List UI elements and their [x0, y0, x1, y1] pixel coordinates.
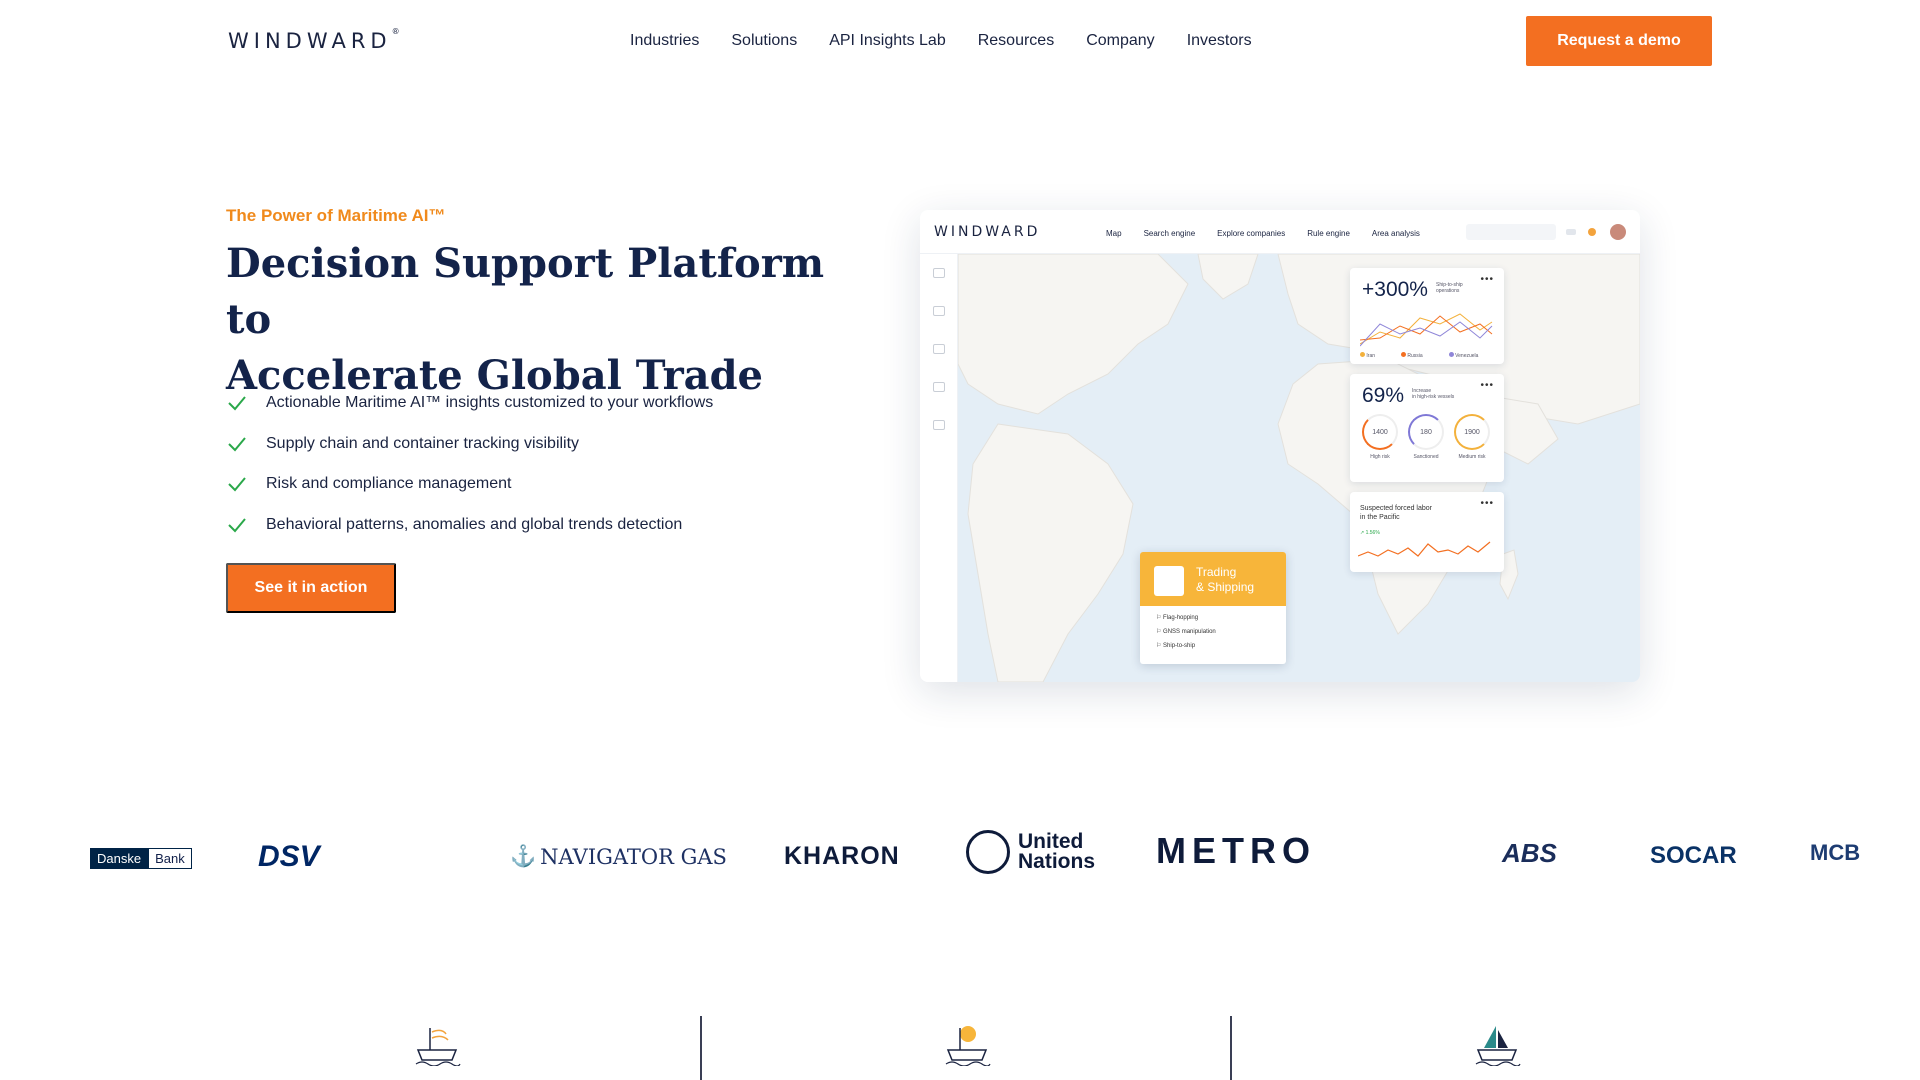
- gauge: 1900 Medium risk: [1452, 414, 1492, 460]
- ship-icon: [932, 344, 945, 354]
- grid-icon: [932, 382, 945, 392]
- ship-to-ship-chart: [1360, 313, 1493, 347]
- feature-text: Behavioral patterns, anomalies and globa…: [266, 515, 683, 533]
- world-map: +300% Ship-to-ship operations ••• Iran R…: [957, 253, 1640, 682]
- forced-labor-label: Suspected forced labor in the Pacific: [1360, 505, 1432, 521]
- check-icon: [226, 473, 248, 495]
- hero-eyebrow: The Power of Maritime AI™: [226, 206, 446, 225]
- feature-text: Supply chain and container tracking visi…: [266, 434, 580, 452]
- main-nav: Industries Solutions API Insights Lab Re…: [630, 32, 1284, 50]
- feature-text: Risk and compliance management: [266, 475, 512, 493]
- location-icon: [932, 306, 945, 316]
- gauge: 1400 High risk: [1360, 414, 1400, 460]
- world-map-landmass: [957, 253, 1640, 682]
- dashboard-preview: WINDWARD Map Search engine Explore compa…: [920, 210, 1640, 682]
- kharon-logo: KHARON: [784, 842, 900, 870]
- site-header: WINDWARD® Industries Solutions API Insig…: [0, 0, 1920, 90]
- check-icon: [226, 392, 248, 414]
- customer-logos: Danske Bank DSV ⚓ NAVIGATOR GAS KHARON Un…: [0, 830, 1920, 910]
- dashboard-toggle-icon: [1566, 229, 1576, 235]
- popup-title: Trading & Shipping: [1196, 565, 1255, 594]
- hero-title: Decision Support Platform to Accelerate …: [226, 236, 866, 404]
- ship-to-ship-card: +300% Ship-to-ship operations ••• Iran R…: [1350, 268, 1504, 364]
- popup-header: Trading & Shipping: [1140, 552, 1286, 606]
- popup-item: ⚐ Flag-hopping: [1156, 615, 1199, 621]
- nav-investors[interactable]: Investors: [1187, 32, 1252, 50]
- socar-logo: SOCAR: [1650, 842, 1737, 869]
- ship-icon: [1154, 566, 1184, 596]
- section-divider: [700, 1016, 702, 1080]
- section-divider: [1230, 1016, 1232, 1080]
- nav-industries[interactable]: Industries: [630, 32, 699, 50]
- feature-list: Actionable Maritime AI™ insights customi…: [226, 383, 713, 545]
- ship-sail-icon: [1472, 1020, 1522, 1071]
- danske-bank-logo: Danske Bank: [90, 848, 192, 869]
- chart-icon: [932, 420, 945, 430]
- see-it-in-action-button[interactable]: See it in action: [226, 563, 396, 613]
- trading-shipping-popup: Trading & Shipping ⚐ Flag-hopping ⚐ GNSS…: [1140, 552, 1286, 664]
- gauge: 180 Sanctioned: [1406, 414, 1446, 460]
- hero-title-line1: Decision Support Platform to: [226, 240, 825, 343]
- ship-to-ship-legend: Iran Russia Venezuela: [1360, 352, 1478, 359]
- dashboard-sidebar: [920, 254, 958, 682]
- feature-text: Actionable Maritime AI™ insights customi…: [266, 394, 714, 412]
- forced-labor-card: Suspected forced labor in the Pacific ••…: [1350, 492, 1504, 572]
- legend-item: Iran: [1360, 352, 1375, 359]
- ship-sun-icon: [942, 1020, 992, 1071]
- dashboard-nav: Map Search engine Explore companies Rule…: [1106, 229, 1442, 238]
- forced-labor-chart: [1358, 541, 1491, 557]
- dashboard-nav-explore-companies: Explore companies: [1217, 229, 1286, 238]
- avatar: [1610, 224, 1626, 240]
- ship-to-ship-label: Ship-to-ship operations: [1436, 282, 1463, 294]
- navigator-gas-logo: ⚓ NAVIGATOR GAS: [510, 844, 727, 869]
- nav-solutions[interactable]: Solutions: [731, 32, 797, 50]
- high-risk-card: 69% Increase in high-risk vessels ••• 14…: [1350, 374, 1504, 482]
- card-menu-icon: •••: [1480, 380, 1494, 391]
- dashboard-nav-area-analysis: Area analysis: [1371, 229, 1420, 238]
- dashboard-search-input: [1466, 224, 1556, 240]
- high-risk-value: 69%: [1362, 384, 1405, 407]
- dashboard-nav-rule-engine: Rule engine: [1307, 229, 1350, 238]
- feature-item: Actionable Maritime AI™ insights customi…: [226, 383, 713, 424]
- request-demo-button[interactable]: Request a demo: [1526, 16, 1712, 66]
- feature-item: Supply chain and container tracking visi…: [226, 424, 713, 465]
- high-risk-label: Increase in high-risk vessels: [1412, 388, 1455, 400]
- un-emblem-icon: [966, 830, 1010, 874]
- search-icon: [932, 268, 945, 278]
- card-menu-icon: •••: [1480, 498, 1494, 509]
- popup-item: ⚐ Ship-to-ship: [1156, 643, 1196, 649]
- windward-logo[interactable]: WINDWARD®: [228, 27, 400, 53]
- check-icon: [226, 514, 248, 536]
- dashboard-nav-map: Map: [1106, 229, 1122, 238]
- popup-list: ⚐ Flag-hopping ⚐ GNSS manipulation ⚐ Shi…: [1140, 606, 1286, 664]
- popup-item: ⚐ GNSS manipulation: [1156, 629, 1216, 635]
- ship-wind-icon: [412, 1020, 462, 1071]
- legend-item: Russia: [1401, 352, 1423, 359]
- nav-company[interactable]: Company: [1086, 32, 1154, 50]
- legend-item: Venezuela: [1448, 352, 1478, 359]
- dsv-logo: DSV: [258, 840, 320, 873]
- check-icon: [226, 433, 248, 455]
- united-nations-logo: United Nations: [966, 830, 1095, 874]
- ship-to-ship-value: +300%: [1362, 278, 1428, 301]
- dashboard-nav-search-engine: Search engine: [1143, 229, 1196, 238]
- feature-item: Risk and compliance management: [226, 464, 713, 505]
- feature-item: Behavioral patterns, anomalies and globa…: [226, 505, 713, 546]
- abs-logo: ABS: [1502, 838, 1557, 868]
- nav-api-insights-lab[interactable]: API Insights Lab: [829, 32, 946, 50]
- dashboard-logo: WINDWARD: [934, 224, 1041, 240]
- dashboard-notification-icon: [1588, 228, 1596, 236]
- nav-resources[interactable]: Resources: [978, 32, 1054, 50]
- metro-logo: METRO: [1156, 830, 1316, 871]
- dashboard-topbar: WINDWARD Map Search engine Explore compa…: [920, 210, 1640, 254]
- mcb-logo: MCB: [1810, 840, 1861, 865]
- card-menu-icon: •••: [1480, 274, 1494, 285]
